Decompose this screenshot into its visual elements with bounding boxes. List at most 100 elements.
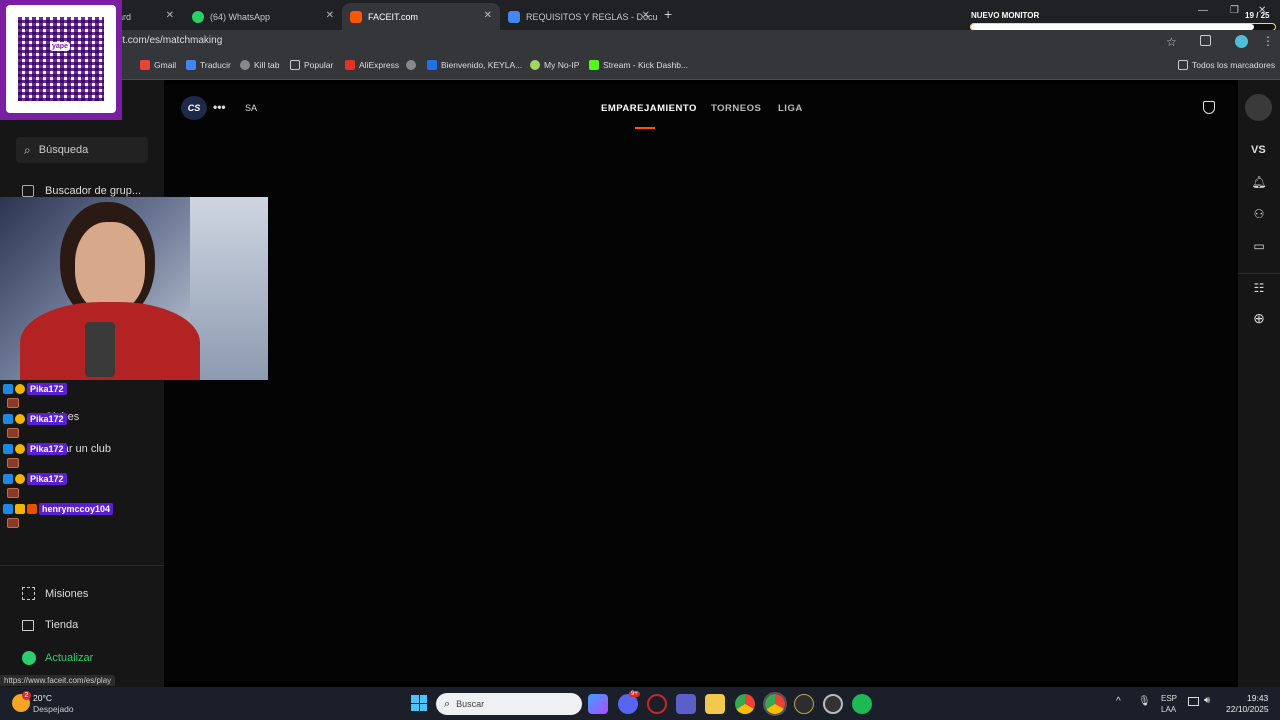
qr-pattern [18, 17, 104, 101]
sidebar-divider [0, 565, 164, 566]
bookmark-bienvenido[interactable]: Bienvenido, KEYLA... [427, 60, 522, 70]
shield-icon[interactable] [1203, 101, 1215, 114]
store-icon [22, 619, 34, 631]
weather-badge: 2 [22, 691, 31, 700]
chevron-up-icon[interactable]: ^ [1116, 696, 1121, 707]
user-avatar[interactable] [1245, 94, 1272, 121]
folder-icon [1178, 60, 1188, 70]
badge-icon [3, 414, 13, 424]
bookmark-globe[interactable] [406, 60, 420, 70]
search-input[interactable]: ⌕ Búsqueda [16, 137, 148, 163]
url-field[interactable]: it.com/es/matchmaking [120, 35, 222, 46]
bookmark-gmail[interactable]: Gmail [140, 60, 176, 70]
weather-desc: Despejado [33, 704, 74, 714]
bookmark-popular[interactable]: Popular [290, 60, 333, 70]
game-selector-cs[interactable]: CS [181, 96, 207, 120]
bookmark-kick[interactable]: Stream - Kick Dashb... [589, 60, 688, 70]
clock-date[interactable]: 22/10/2025 [1226, 704, 1269, 714]
tab-matchmaking[interactable]: EMPAREJAMIENTO [601, 103, 697, 114]
app-icon[interactable] [794, 694, 814, 714]
tab-whatsapp[interactable]: (64) WhatsApp ✕ [184, 3, 342, 30]
badge-icon [15, 504, 25, 514]
more-icon[interactable]: ••• [213, 100, 226, 114]
sidebar-item-missions[interactable]: Misiones [22, 587, 88, 600]
close-icon[interactable]: ✕ [326, 10, 334, 21]
globe-icon [240, 60, 250, 70]
close-icon[interactable]: ✕ [642, 10, 650, 21]
teams-icon[interactable] [676, 694, 696, 714]
steam-icon[interactable] [823, 694, 843, 714]
chat-icon[interactable]: ▭ [1250, 237, 1268, 255]
chat-message: henrymccoy104 [3, 503, 114, 515]
main-content [164, 84, 1236, 682]
bookmark-translate[interactable]: Traducir [186, 60, 231, 70]
region-label[interactable]: SA [245, 103, 257, 113]
badge-icon [3, 474, 13, 484]
badge-icon [15, 384, 25, 394]
bookmark-kill-tab[interactable]: Kill tab [240, 60, 280, 70]
bookmark-aliexpress[interactable]: AliExpress [345, 60, 399, 70]
missions-icon [22, 587, 35, 600]
start-icon[interactable] [411, 695, 427, 711]
star-icon[interactable]: ☆ [1166, 35, 1177, 49]
discord-icon[interactable] [618, 694, 638, 714]
emote-image [7, 458, 19, 468]
language-bottom[interactable]: LAA [1161, 705, 1176, 714]
chat-message: Pika172 [3, 383, 67, 395]
person-face [75, 222, 145, 312]
upgrade-icon [22, 651, 36, 665]
badge-icon [15, 474, 25, 484]
tab-tournaments[interactable]: TORNEOS [711, 103, 761, 114]
extensions-icon[interactable] [1200, 35, 1211, 46]
taskbar-search[interactable]: ⌕ Buscar [436, 693, 582, 715]
emote-image [7, 398, 19, 408]
close-icon[interactable]: ✕ [484, 10, 492, 21]
minimize-button[interactable]: — [1198, 5, 1208, 16]
profile-avatar[interactable] [1235, 35, 1248, 48]
file-explorer-icon[interactable] [705, 694, 725, 714]
close-icon[interactable]: ✕ [166, 10, 174, 21]
microphone-icon[interactable]: 🎙︎ [1138, 696, 1151, 707]
friends-icon[interactable]: ⚇ [1250, 205, 1268, 223]
tab-faceit[interactable]: FACEIT.com ✕ [342, 3, 500, 30]
badge-icon [27, 504, 37, 514]
menu-icon[interactable]: ⋮ [1262, 34, 1274, 48]
new-tab-button[interactable]: + [664, 6, 672, 22]
monitor-label: NUEVO MONITOR [971, 11, 1040, 20]
tab-docs[interactable]: REQUISITOS Y REGLAS - Docum ✕ [500, 3, 658, 30]
bookmark-no-ip[interactable]: My No-IP [530, 60, 579, 70]
opera-icon[interactable] [647, 694, 667, 714]
add-icon[interactable]: ⊕ [1250, 309, 1268, 327]
whatsapp-icon [192, 10, 204, 23]
webcam-feed [0, 197, 268, 380]
chrome-icon[interactable] [735, 694, 755, 714]
language-top[interactable]: ESP [1161, 694, 1177, 703]
badge-icon [15, 444, 25, 454]
sidebar-item-group-finder[interactable]: Buscador de grup... [22, 185, 141, 197]
status-url: https://www.faceit.com/es/play [0, 675, 116, 686]
translate-icon [186, 60, 196, 70]
yape-logo: yape [50, 42, 70, 51]
spotify-icon[interactable] [852, 694, 872, 714]
faceit-icon [350, 10, 362, 23]
bell-icon[interactable]: 🔔︎ [1250, 173, 1268, 191]
vs-button[interactable]: VS [1251, 144, 1266, 156]
party-icon[interactable]: ☷ [1250, 279, 1268, 297]
bookmark-all[interactable]: Todos los marcadores [1178, 60, 1275, 70]
restore-button[interactable]: ❐ [1230, 5, 1239, 16]
group-icon [22, 185, 34, 197]
discord-badge: 9+ [629, 691, 640, 697]
sidebar-item-store[interactable]: Tienda [22, 619, 78, 631]
sidebar-item-upgrade[interactable]: Actualizar [22, 651, 93, 665]
faceit-right-bar [1238, 80, 1280, 687]
badge-icon [15, 414, 25, 424]
volume-icon[interactable]: 🔊︎ [1204, 695, 1210, 706]
copilot-icon[interactable] [588, 694, 608, 714]
site-icon [427, 60, 437, 70]
network-icon[interactable] [1188, 697, 1199, 706]
tab-league[interactable]: LIGA [778, 103, 803, 114]
clock-time[interactable]: 19:43 [1247, 693, 1268, 703]
right-divider [1238, 273, 1280, 274]
kick-icon [589, 60, 599, 70]
chrome-active-icon[interactable] [763, 692, 787, 716]
